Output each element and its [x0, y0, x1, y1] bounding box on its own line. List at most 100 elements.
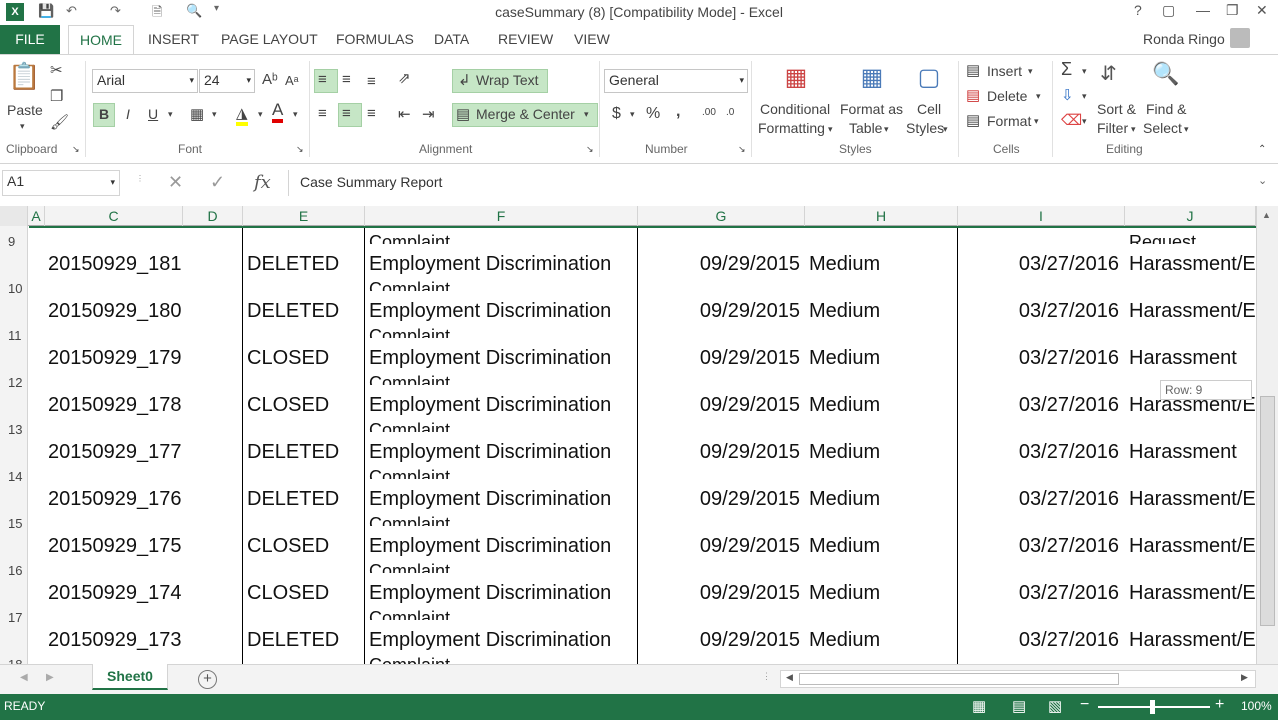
horizontal-scroll-thumb[interactable] [799, 673, 1119, 685]
zoom-slider-thumb[interactable] [1150, 700, 1155, 714]
scroll-up-icon[interactable]: ▲ [1262, 210, 1271, 220]
percent-button[interactable]: % [646, 105, 660, 123]
row-header[interactable]: 10 [0, 281, 28, 296]
column-header-h[interactable]: H [805, 206, 958, 226]
format-painter-icon[interactable]: 🖌 [50, 113, 69, 131]
row-header[interactable]: 14 [0, 469, 28, 484]
cell-open-date[interactable]: 09/29/2015 [640, 394, 800, 416]
autosum-icon[interactable]: Σ [1061, 59, 1072, 80]
cell-case-type[interactable]: Employment Discrimination [369, 441, 611, 463]
tab-page-layout[interactable]: PAGE LAYOUT [221, 31, 318, 47]
row-header[interactable]: 11 [0, 328, 28, 343]
row-header[interactable]: 13 [0, 422, 28, 437]
cell-case-id[interactable]: 20150929_178 [48, 394, 181, 416]
fill-icon[interactable]: ⇩ [1061, 86, 1074, 104]
user-name[interactable]: Ronda Ringo [1143, 31, 1225, 47]
cell-open-date[interactable]: 09/29/2015 [640, 582, 800, 604]
sort-filter-label-2[interactable]: Filter [1097, 120, 1128, 136]
cell-priority[interactable]: Medium [809, 347, 880, 369]
cell-priority[interactable]: Medium [809, 629, 880, 651]
alignment-launcher-icon[interactable]: ↘ [586, 144, 594, 155]
horizontal-scrollbar[interactable]: ◀ ▶ [780, 670, 1256, 688]
top-align-icon[interactable]: ≡ [318, 71, 327, 88]
format-as-table-label[interactable]: Format as [840, 101, 903, 117]
cell-open-date[interactable]: 09/29/2015 [640, 535, 800, 557]
cell-priority[interactable]: Medium [809, 535, 880, 557]
cell-due-date[interactable]: 03/27/2016 [960, 347, 1119, 369]
italic-button[interactable]: I [126, 106, 130, 122]
autosum-dropdown-icon[interactable]: ▾ [1082, 66, 1087, 77]
row-header[interactable]: 12 [0, 375, 28, 390]
decrease-indent-icon[interactable]: ⇤ [398, 105, 411, 123]
page-break-view-icon[interactable]: ▧ [1048, 697, 1062, 715]
bottom-align-icon[interactable]: ≡ [367, 73, 376, 90]
cell-due-date[interactable]: 03/27/2016 [960, 441, 1119, 463]
merge-dropdown-icon[interactable]: ▾ [584, 109, 589, 120]
row-header[interactable]: 18 [0, 657, 28, 664]
increase-decimal-icon[interactable]: .00 [702, 107, 716, 118]
vertical-scrollbar[interactable]: ▲ [1256, 206, 1278, 664]
cell-case-type[interactable]: Employment Discrimination [369, 535, 611, 557]
cell-open-date[interactable]: 09/29/2015 [640, 629, 800, 651]
find-select-label-2[interactable]: Select [1143, 120, 1182, 136]
column-header-g[interactable]: G [638, 206, 805, 226]
restore-button[interactable]: ❐ [1226, 2, 1239, 19]
delete-dropdown-icon[interactable]: ▾ [1036, 91, 1041, 102]
cell-case-type[interactable]: Employment Discrimination [369, 253, 611, 275]
currency-dropdown-icon[interactable]: ▾ [630, 109, 635, 120]
cell-status[interactable]: DELETED [247, 253, 339, 275]
wrap-text-button[interactable]: Wrap Text [476, 72, 539, 88]
column-header-j[interactable]: J [1125, 206, 1256, 226]
cell-category[interactable]: Harassment/E [1129, 629, 1256, 651]
sort-filter-label[interactable]: Sort & [1097, 101, 1136, 117]
cell-styles-label[interactable]: Cell [917, 101, 941, 117]
cell-status[interactable]: CLOSED [247, 535, 329, 557]
cell-case-type[interactable]: Employment Discrimination [369, 488, 611, 510]
insert-function-button[interactable]: fx [254, 172, 271, 193]
scroll-left-icon[interactable]: ◀ [786, 672, 793, 683]
cell-due-date[interactable]: 03/27/2016 [960, 629, 1119, 651]
tab-view[interactable]: VIEW [574, 31, 610, 47]
insert-dropdown-icon[interactable]: ▾ [1028, 66, 1033, 77]
fill-color-icon[interactable]: ◮ [236, 104, 248, 126]
format-cells-button[interactable]: Format [987, 113, 1031, 129]
collapse-ribbon-icon[interactable]: ⌃ [1258, 144, 1266, 155]
enter-formula-icon[interactable]: ✓ [210, 172, 225, 193]
cell-case-id[interactable]: 20150929_176 [48, 488, 181, 510]
scroll-right-icon[interactable]: ▶ [1241, 672, 1248, 683]
underline-button[interactable]: U [148, 106, 158, 122]
format-dropdown-icon[interactable]: ▾ [1034, 116, 1039, 127]
paste-dropdown-icon[interactable]: ▾ [20, 121, 25, 132]
cell-open-date[interactable]: 09/29/2015 [640, 347, 800, 369]
cell-category[interactable]: Harassment/E [1129, 300, 1256, 322]
cell-open-date[interactable]: 09/29/2015 [640, 300, 800, 322]
cell-priority[interactable]: Medium [809, 441, 880, 463]
expand-formula-bar-icon[interactable]: ⌄ [1258, 174, 1267, 187]
sort-dropdown-icon[interactable]: ▾ [1131, 124, 1136, 135]
cell-status[interactable]: DELETED [247, 300, 339, 322]
cell-case-type[interactable]: Employment Discrimination [369, 394, 611, 416]
cell-due-date[interactable]: 03/27/2016 [960, 394, 1119, 416]
cell-case-id[interactable]: 20150929_181 [48, 253, 181, 275]
row-header[interactable]: 9 [0, 234, 28, 249]
cell-styles-dropdown-icon[interactable]: ▾ [943, 124, 948, 135]
cell-case-type[interactable]: Employment Discrimination [369, 347, 611, 369]
cell-case-type[interactable]: Employment Discrimination [369, 582, 611, 604]
font-size-select[interactable]: 24 ▾ [199, 69, 255, 93]
cell-priority[interactable]: Medium [809, 488, 880, 510]
cell-category[interactable]: Harassment [1129, 441, 1237, 463]
tab-file[interactable]: FILE [0, 25, 60, 54]
clipboard-launcher-icon[interactable]: ↘ [72, 144, 80, 155]
cell-category[interactable]: Harassment/E [1129, 582, 1256, 604]
format-as-table-label-2[interactable]: Table [849, 120, 882, 136]
spreadsheet-grid[interactable]: A C D E F G H I J 9 Complaint 10 20150929_1… [0, 206, 1256, 664]
column-header-f[interactable]: F [365, 206, 638, 226]
cell-category[interactable]: Harassment/E [1129, 253, 1256, 275]
cut-icon[interactable]: ✂ [50, 61, 63, 79]
cell-case-type[interactable]: Employment Discrimination [369, 629, 611, 651]
cell-case-id[interactable]: 20150929_175 [48, 535, 181, 557]
zoom-out-button[interactable]: − [1080, 696, 1089, 714]
vertical-scroll-thumb[interactable] [1260, 396, 1275, 626]
zoom-in-button[interactable]: + [1215, 696, 1224, 714]
decrease-decimal-icon[interactable]: .0 [726, 107, 734, 118]
